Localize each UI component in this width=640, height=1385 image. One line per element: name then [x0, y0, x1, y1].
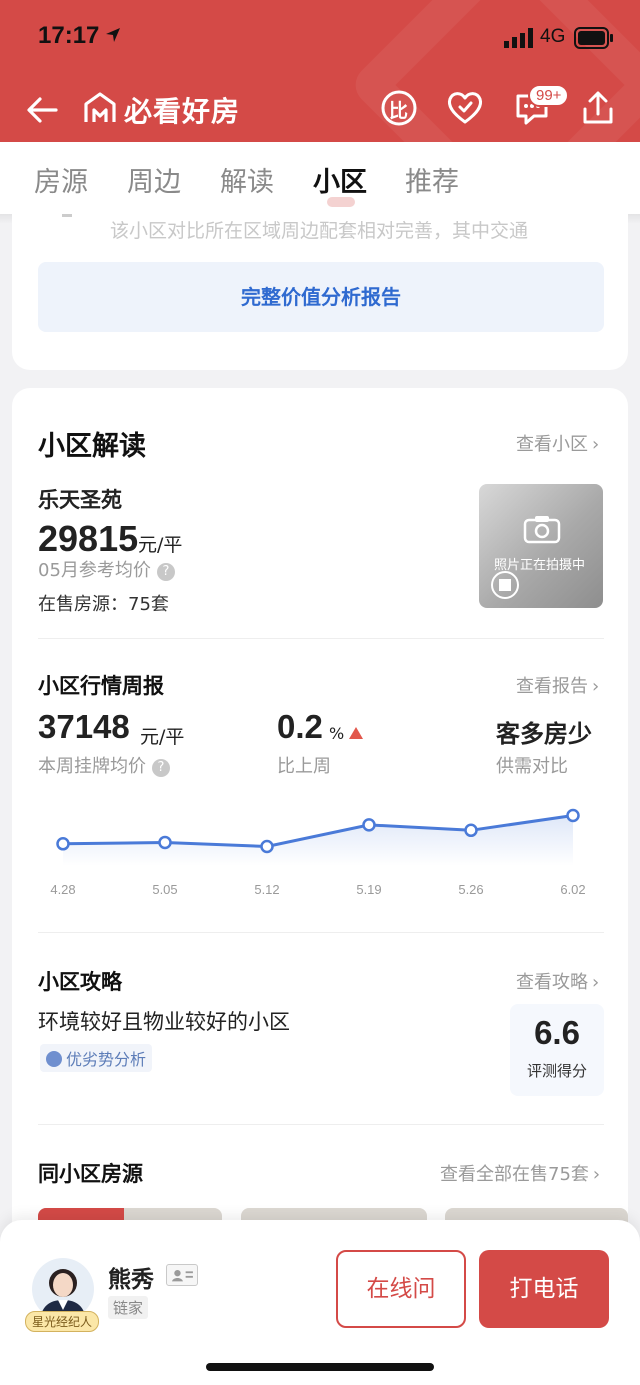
chart-x-tick-label: 4.28: [50, 882, 75, 897]
faded-dot: [62, 214, 72, 217]
section-tabs: 房源 周边 解读 小区 推荐: [0, 142, 640, 224]
tab-surroundings[interactable]: 周边: [127, 160, 181, 199]
chart-point[interactable]: [566, 808, 580, 823]
signal-icon: [504, 28, 533, 48]
chevron-right-icon: ›: [592, 972, 600, 993]
network-type: 4G: [540, 26, 566, 47]
strategy-title: 小区攻略: [38, 970, 122, 994]
question-icon[interactable]: ?: [156, 563, 175, 581]
price-note-label: 05月参考均价: [38, 560, 151, 581]
view-strategy-link[interactable]: 查看攻略 ›: [516, 968, 599, 994]
view-report-link[interactable]: 查看报告 ›: [516, 672, 599, 698]
chart-x-tick-label: 6.02: [560, 882, 585, 897]
on-sale-count: 在售房源：75套: [38, 594, 169, 615]
chart-x-tick-label: 5.12: [254, 882, 279, 897]
reference-price: 29815: [38, 518, 139, 559]
weekly-report-title: 小区行情周报: [38, 674, 164, 698]
status-bar: 17:17 4G: [0, 0, 640, 76]
view-strategy-label: 查看攻略: [516, 972, 588, 993]
house-logo-icon: [84, 92, 116, 122]
tab-recommend[interactable]: 推荐: [405, 160, 459, 199]
divider: [38, 932, 604, 933]
evaluation-score-box[interactable]: 6.6 评测得分: [510, 1004, 604, 1096]
price-note: 05月参考均价?: [38, 556, 175, 582]
chevron-right-icon: ›: [592, 434, 600, 455]
community-photo-placeholder[interactable]: 照片正在拍摄中: [479, 484, 603, 608]
star-agent-badge: 星光经纪人: [25, 1311, 100, 1332]
compare-button[interactable]: 比: [379, 88, 419, 128]
community-section-title: 小区解读: [38, 431, 146, 462]
agent-company: 链家: [108, 1296, 149, 1319]
pros-cons-label: 优劣势分析: [66, 1050, 147, 1069]
triangle-up-icon: [349, 727, 363, 739]
listing-price-unit: 元/平: [140, 726, 185, 748]
week-change-unit: %: [329, 724, 345, 743]
analysis-faded-text: 该小区对比所在区域周边配套相对完善，其中交通: [110, 220, 529, 242]
same-community-title: 同小区房源: [38, 1162, 143, 1186]
question-icon[interactable]: ?: [152, 759, 170, 777]
tab-community[interactable]: 小区: [313, 160, 367, 207]
supply-demand-label: 供需对比: [496, 756, 568, 777]
chevron-right-icon: ›: [592, 676, 600, 697]
week-change-label: 比上周: [277, 756, 331, 777]
agent-name: 熊秀: [108, 1267, 154, 1293]
chart-point[interactable]: [56, 837, 70, 851]
view-community-link[interactable]: 查看小区 ›: [516, 430, 599, 456]
price-trend-chart: 4.28 5.05 5.12 5.19 5.26 6.02: [50, 808, 586, 897]
pros-cons-tag[interactable]: 优劣势分析: [40, 1044, 153, 1072]
listing-price-label: 本周挂牌均价?: [38, 752, 170, 778]
app-header: 17:17 4G 必看好房 比 99+: [0, 0, 640, 142]
message-badge: 99+: [528, 84, 570, 107]
chart-x-tick-label: 5.05: [152, 882, 177, 897]
compare-label: 比: [389, 100, 409, 122]
value-analysis-card: 该小区对比所在区域周边配套相对完善，其中交通 完整价值分析报告: [12, 214, 628, 370]
chart-point[interactable]: [158, 835, 172, 850]
online-chat-button[interactable]: 在线问: [336, 1250, 466, 1328]
tab-listing[interactable]: 房源: [34, 160, 88, 199]
strategy-text: 环境较好且物业较好的小区: [38, 1010, 290, 1034]
full-report-button[interactable]: 完整价值分析报告: [38, 262, 604, 332]
price-unit: 元/平: [138, 534, 183, 556]
tab-interpretation[interactable]: 解读: [220, 160, 274, 199]
camera-icon: [523, 516, 561, 544]
page-title: 必看好房: [124, 95, 241, 128]
status-time: 17:17: [38, 22, 100, 49]
listing-price-label-text: 本周挂牌均价: [38, 756, 146, 777]
favorite-heart-icon[interactable]: [445, 88, 485, 128]
location-arrow-icon: [106, 28, 120, 42]
view-all-listings-label: 查看全部在售75套: [440, 1164, 589, 1185]
chevron-right-icon: ›: [592, 1164, 601, 1185]
supply-demand-value: 客多房少: [496, 720, 592, 748]
chart-point[interactable]: [464, 823, 478, 838]
divider: [38, 1124, 604, 1125]
chevron-down-circle-icon: [46, 1051, 62, 1067]
photo-cube-icon: [491, 571, 519, 599]
evaluation-score-label: 评测得分: [526, 1062, 587, 1080]
evaluation-score: 6.6: [534, 1014, 580, 1051]
view-all-listings-link[interactable]: 查看全部在售75套 ›: [440, 1160, 600, 1186]
share-icon[interactable]: [578, 88, 618, 128]
week-change-value: 0.2: [277, 708, 323, 745]
agent-contact-bar: 星光经纪人 熊秀 链家 在线问 打电话: [0, 1220, 640, 1385]
view-report-label: 查看报告: [516, 676, 588, 697]
view-community-label: 查看小区: [516, 434, 588, 455]
divider: [38, 638, 604, 639]
community-name: 乐天圣苑: [38, 488, 122, 512]
chart-area: [63, 815, 573, 866]
nav-bar: 必看好房 比 99+: [0, 76, 640, 142]
chart-point[interactable]: [260, 839, 274, 854]
chart-x-tick-label: 5.19: [356, 882, 381, 897]
chart-x-tick-label: 5.26: [458, 882, 483, 897]
battery-icon: [574, 27, 613, 49]
home-indicator: [206, 1363, 434, 1371]
call-button[interactable]: 打电话: [479, 1250, 609, 1328]
id-card-icon[interactable]: [166, 1264, 198, 1286]
listing-average-price: 37148: [38, 708, 130, 745]
back-arrow-icon[interactable]: [22, 90, 62, 130]
chart-point[interactable]: [362, 818, 376, 832]
